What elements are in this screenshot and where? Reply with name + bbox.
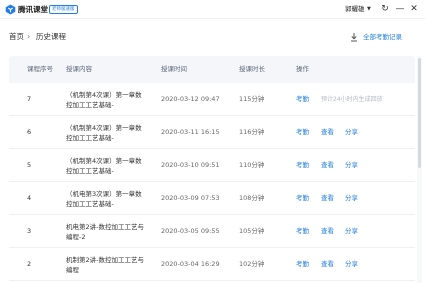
course-seq: 6: [27, 128, 32, 136]
course-duration: 116分钟: [239, 128, 265, 136]
column-header-duration: 授课时长: [239, 65, 265, 73]
course-duration: 102分钟: [239, 260, 265, 268]
replay-pending-note: 预计24小时内生成回放: [321, 96, 383, 103]
edition-badge: 老师极速版: [49, 5, 78, 14]
close-icon[interactable]: ✕: [409, 3, 419, 15]
download-icon[interactable]: [350, 32, 358, 42]
course-seq: 5: [27, 161, 32, 169]
app-name: 腾讯课堂: [18, 5, 48, 14]
attendance-link[interactable]: 考勤: [296, 194, 309, 203]
share-link[interactable]: 分享: [345, 194, 358, 203]
table-row: 6 （机制第4次课）第一章数控加工工艺基础- 2020-03-11 16:15 …: [9, 116, 415, 149]
all-attendance-records-link[interactable]: 全部考勤记录: [363, 32, 402, 42]
attendance-link[interactable]: 考勤: [296, 95, 309, 104]
table-row: 4 （机电第3次课）第一章数控加工工艺基础- 2020-03-09 07:53 …: [9, 182, 415, 215]
view-link[interactable]: 查看: [321, 128, 334, 137]
user-name[interactable]: 郭耀雄: [345, 4, 365, 15]
course-time: 2020-03-04 16:29: [161, 260, 220, 268]
course-time: 2020-03-12 09:47: [161, 95, 220, 103]
column-header-time: 授课时间: [161, 65, 187, 73]
tencent-classroom-logo-icon: [5, 4, 16, 15]
course-title: （机电第3次课）第一章数控加工工艺基础-: [66, 190, 142, 208]
history-course-table: 课程序号 授课内容 授课时间 授课时长 操作 7 （机制第4次课）第一章数控加工…: [9, 56, 415, 283]
course-time: 2020-03-05 09:55: [161, 227, 220, 235]
table-row: 7 （机制第4次课）第一章数控加工工艺基础- 2020-03-12 09:47 …: [9, 83, 415, 116]
table-header: 课程序号 授课内容 授课时间 授课时长 操作: [9, 56, 415, 83]
course-title: 机电第2讲-数控加工工艺与编程-2: [66, 223, 144, 241]
table-row: 5 （机制第4次课）第一章数控加工工艺基础- 2020-03-10 09:51 …: [9, 149, 415, 182]
title-bar: 腾讯课堂 老师极速版 郭耀雄 ▼ ↻ — ✕: [0, 0, 425, 19]
minimize-icon[interactable]: —: [395, 3, 405, 15]
breadcrumb-home[interactable]: 首页: [9, 32, 24, 42]
attendance-link[interactable]: 考勤: [296, 227, 309, 236]
course-seq: 3: [27, 227, 32, 235]
share-link[interactable]: 分享: [345, 161, 358, 170]
view-link[interactable]: 查看: [321, 161, 334, 170]
view-link[interactable]: 查看: [321, 260, 334, 269]
table-row: 3 机电第2讲-数控加工工艺与编程-2 2020-03-05 09:55 105…: [9, 215, 415, 248]
course-seq: 2: [27, 260, 32, 268]
attendance-link[interactable]: 考勤: [296, 161, 309, 170]
course-seq: 4: [27, 194, 32, 202]
course-duration: 108分钟: [239, 194, 265, 202]
course-duration: 110分钟: [239, 161, 265, 169]
share-link[interactable]: 分享: [345, 227, 358, 236]
scrollbar-thumb[interactable]: [418, 58, 421, 168]
breadcrumb-current: 历史课程: [36, 32, 66, 41]
share-link[interactable]: 分享: [345, 128, 358, 137]
breadcrumb-separator: ›: [27, 32, 31, 41]
chevron-down-icon[interactable]: ▼: [367, 4, 371, 15]
course-time: 2020-03-09 07:53: [161, 194, 220, 202]
course-seq: 7: [27, 95, 32, 103]
share-link[interactable]: 分享: [345, 260, 358, 269]
view-link[interactable]: 查看: [321, 194, 334, 203]
column-header-content: 授课内容: [66, 65, 92, 73]
course-duration: 105分钟: [239, 227, 265, 235]
course-time: 2020-03-10 09:51: [161, 161, 220, 169]
attendance-link[interactable]: 考勤: [296, 260, 309, 269]
attendance-link[interactable]: 考勤: [296, 128, 309, 137]
view-link[interactable]: 查看: [321, 227, 334, 236]
refresh-icon[interactable]: ↻: [380, 3, 390, 15]
course-title: 机制第2讲-数控加工工艺与编程: [66, 256, 144, 274]
course-title: （机制第4次课）第一章数控加工工艺基础-: [66, 91, 142, 109]
course-title: （机制第4次课）第一章数控加工工艺基础-: [66, 124, 142, 142]
column-header-seq: 课程序号: [27, 65, 53, 73]
course-time: 2020-03-11 16:15: [161, 128, 220, 136]
table-row: 2 机制第2讲-数控加工工艺与编程 2020-03-04 16:29 102分钟…: [9, 248, 415, 281]
course-duration: 115分钟: [239, 95, 265, 103]
course-title: （机制第4次课）第一章数控加工工艺基础-: [66, 157, 142, 175]
column-header-actions: 操作: [296, 65, 309, 73]
